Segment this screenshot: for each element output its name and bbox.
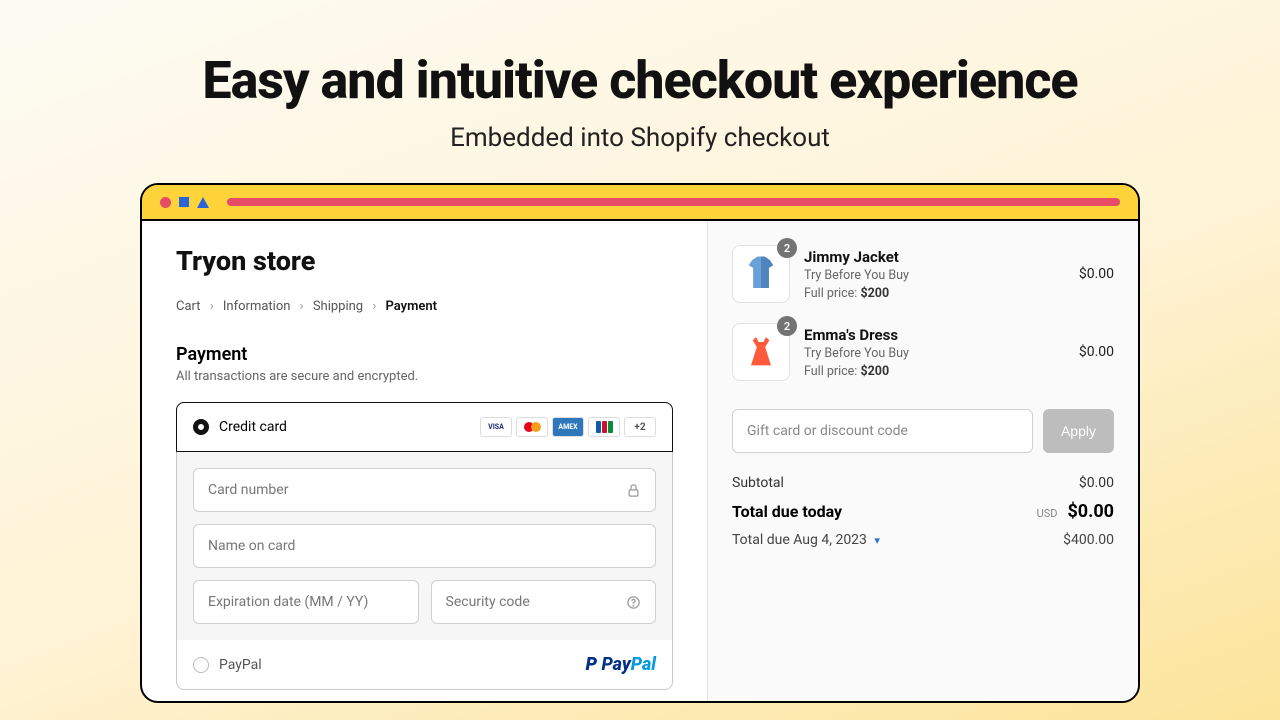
mastercard-icon [516, 417, 548, 437]
help-icon[interactable] [626, 595, 641, 610]
dress-icon [741, 332, 781, 372]
item-variant: Try Before You Buy [804, 268, 1065, 283]
store-name: Tryon store [176, 245, 673, 277]
cart-item: 2 Jimmy Jacket Try Before You Buy Full p… [732, 245, 1114, 303]
name-on-card-placeholder: Name on card [208, 538, 295, 554]
total-value: $0.00 [1067, 501, 1114, 522]
payment-hint: All transactions are secure and encrypte… [176, 369, 673, 384]
payment-title: Payment [176, 344, 673, 365]
paypal-label: PayPal [219, 657, 262, 673]
credit-card-option[interactable]: Credit card VISA AMEX +2 [176, 402, 673, 452]
subtotal-label: Subtotal [732, 475, 784, 491]
item-name: Emma's Dress [804, 326, 1065, 344]
expiry-placeholder: Expiration date (MM / YY) [208, 594, 368, 610]
visa-icon: VISA [480, 417, 512, 437]
credit-card-label: Credit card [219, 419, 287, 435]
circle-icon [160, 197, 171, 208]
triangle-icon [197, 197, 209, 208]
due-later-label: Total due Aug 4, 2023 [732, 532, 867, 548]
name-on-card-input[interactable]: Name on card [193, 524, 656, 568]
card-number-placeholder: Card number [208, 482, 288, 498]
hero-subhead: Embedded into Shopify checkout [0, 123, 1280, 153]
breadcrumb: Cart › Information › Shipping › Payment [176, 299, 673, 314]
qty-badge: 2 [777, 316, 797, 336]
chevron-right-icon: › [372, 299, 376, 314]
item-line-price: $0.00 [1079, 344, 1114, 360]
jcb-icon [588, 417, 620, 437]
radio-unselected-icon [193, 657, 209, 673]
amex-icon: AMEX [552, 417, 584, 437]
square-icon [179, 197, 189, 207]
paypal-logo-icon: P PayPal [586, 654, 656, 675]
subtotal-value: $0.00 [1079, 475, 1114, 491]
payment-method-box: Credit card VISA AMEX +2 Card number [176, 402, 673, 690]
crumb-payment: Payment [385, 299, 437, 314]
due-later-value: $400.00 [1063, 532, 1114, 548]
chevron-right-icon: › [300, 299, 304, 314]
crumb-shipping[interactable]: Shipping [313, 299, 363, 314]
jacket-icon [740, 253, 782, 295]
crumb-information[interactable]: Information [223, 299, 291, 314]
item-thumbnail: 2 [732, 245, 790, 303]
discount-code-input[interactable]: Gift card or discount code [732, 409, 1033, 453]
hero-headline: Easy and intuitive checkout experience [0, 50, 1280, 111]
item-name: Jimmy Jacket [804, 248, 1065, 266]
card-number-input[interactable]: Card number [193, 468, 656, 512]
cart-item: 2 Emma's Dress Try Before You Buy Full p… [732, 323, 1114, 381]
browser-titlebar [142, 185, 1138, 221]
qty-badge: 2 [777, 238, 797, 258]
paypal-option[interactable]: PayPal P PayPal [177, 640, 672, 689]
apply-button[interactable]: Apply [1043, 409, 1114, 453]
cvv-input[interactable]: Security code [431, 580, 657, 624]
more-cards-badge: +2 [624, 417, 656, 437]
crumb-cart[interactable]: Cart [176, 299, 201, 314]
window-controls [160, 197, 209, 208]
chevron-right-icon: › [210, 299, 214, 314]
total-currency: USD [1037, 507, 1058, 520]
url-bar [227, 198, 1120, 206]
item-line-price: $0.00 [1079, 266, 1114, 282]
item-full-price: Full price: $200 [804, 364, 1065, 379]
total-label: Total due today [732, 502, 842, 521]
order-summary-panel: 2 Jimmy Jacket Try Before You Buy Full p… [708, 221, 1138, 701]
checkout-left-panel: Tryon store Cart › Information › Shippin… [142, 221, 708, 701]
card-brand-icons: VISA AMEX +2 [480, 417, 656, 437]
radio-selected-icon [193, 419, 209, 435]
browser-mock: Tryon store Cart › Information › Shippin… [140, 183, 1140, 703]
chevron-down-icon: ▾ [874, 534, 880, 547]
item-variant: Try Before You Buy [804, 346, 1065, 361]
item-full-price: Full price: $200 [804, 286, 1065, 301]
due-later-toggle[interactable]: Total due Aug 4, 2023 ▾ [732, 532, 880, 548]
cvv-placeholder: Security code [446, 594, 530, 610]
expiry-input[interactable]: Expiration date (MM / YY) [193, 580, 419, 624]
lock-icon [626, 483, 641, 498]
item-thumbnail: 2 [732, 323, 790, 381]
